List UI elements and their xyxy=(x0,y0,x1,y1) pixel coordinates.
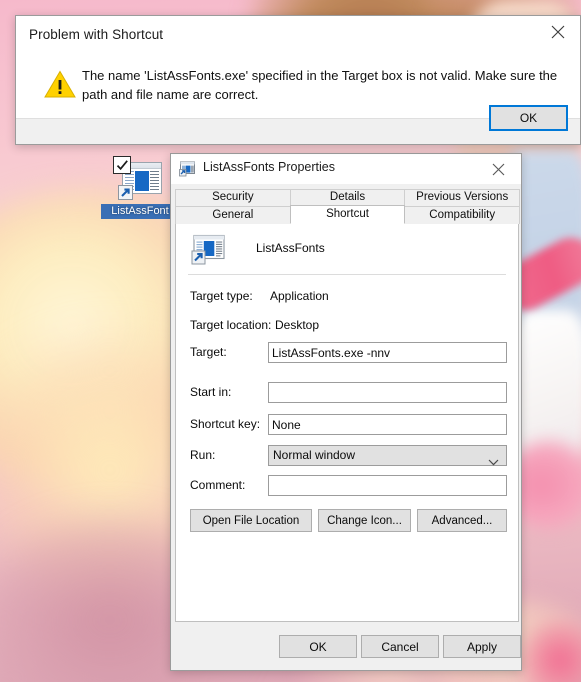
label-shortcut-key: Shortcut key: xyxy=(190,417,261,431)
ok-button[interactable]: OK xyxy=(279,635,357,658)
properties-footer: OK Cancel Apply xyxy=(171,622,521,670)
shortcut-header: ListAssFonts xyxy=(186,232,508,272)
apply-button[interactable]: Apply xyxy=(443,635,521,658)
tab-compatibility[interactable]: Compatibility xyxy=(404,206,521,224)
run-dropdown[interactable]: Normal window xyxy=(268,445,507,466)
advanced-button[interactable]: Advanced... xyxy=(417,509,507,532)
tab-previous-versions[interactable]: Previous Versions xyxy=(404,189,521,207)
open-file-location-button[interactable]: Open File Location xyxy=(190,509,312,532)
error-dialog-title: Problem with Shortcut xyxy=(29,27,164,42)
shortcut-arrow-icon xyxy=(118,185,133,200)
warning-triangle-icon xyxy=(44,70,76,99)
shortcut-tab-panel: ListAssFonts Target type: Application Ta… xyxy=(175,224,519,622)
tab-strip: Security Details Previous Versions Gener… xyxy=(175,189,521,224)
target-input[interactable] xyxy=(268,342,507,363)
desktop-icon-label: ListAssFont xyxy=(101,204,179,219)
error-dialog: Problem with Shortcut The name 'ListAssF… xyxy=(15,15,581,145)
label-run: Run: xyxy=(190,448,216,462)
shortcut-name-label: ListAssFonts xyxy=(256,241,325,255)
value-target-location: Desktop xyxy=(275,318,320,332)
error-titlebar[interactable]: Problem with Shortcut xyxy=(16,16,580,58)
run-dropdown-value: Normal window xyxy=(273,448,356,462)
field-target-location: Target location: Desktop xyxy=(176,315,518,337)
field-shortcut-key: Shortcut key: xyxy=(176,414,518,436)
label-comment: Comment: xyxy=(190,478,246,492)
value-target-type: Application xyxy=(270,289,329,303)
start-in-input[interactable] xyxy=(268,382,507,403)
app-window-shortcut-icon xyxy=(191,234,227,266)
properties-dialog: ListAssFonts Properties Security Details… xyxy=(170,153,522,671)
label-start-in: Start in: xyxy=(190,385,232,399)
field-start-in: Start in: xyxy=(176,382,518,404)
properties-titlebar[interactable]: ListAssFonts Properties xyxy=(171,154,521,184)
tab-row-lower: General Shortcut Compatibility xyxy=(175,205,521,224)
chevron-down-icon xyxy=(488,453,499,472)
header-divider xyxy=(188,274,506,275)
error-message-text: The name 'ListAssFonts.exe' specified in… xyxy=(82,68,558,102)
tab-general[interactable]: General xyxy=(175,206,291,224)
label-target: Target: xyxy=(190,345,227,359)
label-target-location: Target location: xyxy=(190,318,272,332)
error-ok-button[interactable]: OK xyxy=(489,105,568,131)
label-target-type: Target type: xyxy=(190,289,253,303)
tab-security[interactable]: Security xyxy=(175,189,291,207)
app-window-shortcut-icon xyxy=(179,161,196,177)
close-icon[interactable] xyxy=(476,154,521,184)
desktop-shortcut-listassfonts[interactable]: ListAssFont xyxy=(101,156,179,232)
change-icon-button[interactable]: Change Icon... xyxy=(318,509,411,532)
field-target: Target: xyxy=(176,342,518,364)
comment-input[interactable] xyxy=(268,475,507,496)
shortcut-key-input[interactable] xyxy=(268,414,507,435)
field-target-type: Target type: Application xyxy=(176,286,518,308)
cancel-button[interactable]: Cancel xyxy=(361,635,439,658)
icon-selection-checkbox[interactable] xyxy=(113,156,131,174)
field-comment: Comment: xyxy=(176,475,518,497)
error-footer: OK xyxy=(16,105,580,144)
properties-title: ListAssFonts Properties xyxy=(203,160,335,174)
close-icon[interactable] xyxy=(535,16,580,47)
field-run: Run: Normal window xyxy=(176,445,518,467)
tab-shortcut[interactable]: Shortcut xyxy=(289,205,406,224)
